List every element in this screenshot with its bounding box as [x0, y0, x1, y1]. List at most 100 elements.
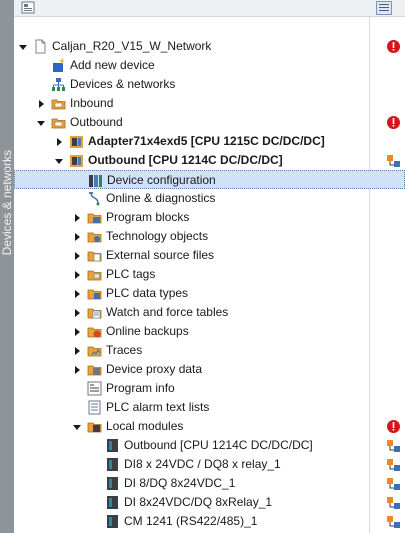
- expand-arrow-icon[interactable]: [72, 212, 82, 222]
- tree-item[interactable]: DI8 x 24VDC / DQ8 x relay_1: [14, 455, 405, 474]
- tree-item-label: Program blocks: [106, 210, 190, 224]
- tree-item-label: Outbound [CPU 1214C DC/DC/DC]: [88, 153, 283, 167]
- tree-item[interactable]: Watch and force tables: [14, 303, 405, 322]
- expand-arrow-icon[interactable]: [72, 231, 82, 241]
- tree-item-label: Outbound [CPU 1214C DC/DC/DC]: [124, 438, 313, 452]
- tree-item[interactable]: Adapter71x4exd5 [CPU 1215C DC/DC/DC]: [14, 132, 405, 151]
- tree-item-label: Local modules: [106, 419, 184, 433]
- compare-status-icon: [386, 457, 401, 472]
- expand-arrow-icon[interactable]: [72, 250, 82, 260]
- error-status-icon: [386, 115, 401, 130]
- collapse-arrow-icon[interactable]: [36, 117, 46, 127]
- tree-item[interactable]: Local modules: [14, 417, 405, 436]
- plc-icon: [69, 134, 84, 149]
- program-blocks-folder-icon: [87, 210, 102, 225]
- tree-item-label: CM 1241 (RS422/485)_1: [124, 514, 258, 528]
- tree-item[interactable]: Online backups: [14, 322, 405, 341]
- tree-item[interactable]: DI 8/DQ 8x24VDC_1: [14, 474, 405, 493]
- plc-tags-folder-icon: [87, 267, 102, 282]
- tree-item-label: PLC data types: [106, 286, 189, 300]
- program-info-icon: [87, 381, 102, 396]
- tree-item[interactable]: Program blocks: [14, 208, 405, 227]
- plc-icon: [69, 153, 84, 168]
- expand-arrow-icon[interactable]: [54, 136, 64, 146]
- tree-item[interactable]: CM 1241 (RS422/485)_1: [14, 512, 405, 531]
- tree-item[interactable]: Technology objects: [14, 227, 405, 246]
- tree-item-label: DI 8/DQ 8x24VDC_1: [124, 476, 236, 490]
- tree-item[interactable]: DI 8x24VDC/DQ 8xRelay_1: [14, 493, 405, 512]
- tree-item-label: Device proxy data: [106, 362, 203, 376]
- tree-item-label: DI 8x24VDC/DQ 8xRelay_1: [124, 495, 273, 509]
- error-status-icon: [386, 419, 401, 434]
- local-modules-folder-icon: [87, 419, 102, 434]
- tree-item-label: PLC tags: [106, 267, 156, 281]
- compare-status-icon: [386, 514, 401, 529]
- group-folder-icon: [51, 115, 66, 130]
- tree-item[interactable]: Outbound [CPU 1214C DC/DC/DC]: [14, 436, 405, 455]
- alarm-text-list-icon: [87, 400, 102, 415]
- tree-item-label: Program info: [106, 381, 175, 395]
- compare-status-icon: [386, 153, 401, 168]
- project-tree-side-tab[interactable]: Devices & networks: [0, 0, 14, 533]
- tree-item[interactable]: Outbound: [14, 113, 405, 132]
- module-icon: [105, 514, 120, 529]
- tree-item[interactable]: Inbound: [14, 94, 405, 113]
- compare-status-icon: [386, 438, 401, 453]
- traces-folder-icon: [87, 343, 102, 358]
- tree-item[interactable]: Devices & networks: [14, 75, 405, 94]
- tree-item-label: Watch and force tables: [106, 305, 229, 319]
- diagnostics-icon: [87, 191, 102, 206]
- tree-item-label: Online backups: [106, 324, 189, 338]
- side-tab-title: Devices & networks: [0, 150, 14, 256]
- project-tree-toolbar: [14, 0, 405, 17]
- tree-item[interactable]: Online & diagnostics: [14, 189, 405, 208]
- expand-arrow-icon[interactable]: [72, 269, 82, 279]
- error-status-icon: [386, 39, 401, 54]
- expand-arrow-icon[interactable]: [72, 326, 82, 336]
- tree-item[interactable]: Program info: [14, 379, 405, 398]
- expand-arrow-icon[interactable]: [72, 307, 82, 317]
- tree-item[interactable]: Device configuration: [14, 170, 405, 189]
- tree-item[interactable]: Device proxy data: [14, 360, 405, 379]
- module-icon: [105, 457, 120, 472]
- tree-item[interactable]: PLC tags: [14, 265, 405, 284]
- module-icon: [105, 476, 120, 491]
- tree-item[interactable]: PLC data types: [14, 284, 405, 303]
- external-source-folder-icon: [87, 248, 102, 263]
- watch-table-folder-icon: [87, 305, 102, 320]
- tree-item[interactable]: External source files: [14, 246, 405, 265]
- tree-item-label: DI8 x 24VDC / DQ8 x relay_1: [124, 457, 281, 471]
- plc-data-types-folder-icon: [87, 286, 102, 301]
- tree-item-label: Caljan_R20_V15_W_Network: [52, 39, 212, 53]
- tree-item-label: Device configuration: [107, 173, 216, 187]
- tree-item[interactable]: PLC alarm text lists: [14, 398, 405, 417]
- device-proxy-folder-icon: [87, 362, 102, 377]
- expand-arrow-icon[interactable]: [72, 364, 82, 374]
- collapse-arrow-icon[interactable]: [72, 421, 82, 431]
- tree-item-label: Adapter71x4exd5 [CPU 1215C DC/DC/DC]: [88, 134, 325, 148]
- online-backup-folder-icon: [87, 324, 102, 339]
- tree-item-label: PLC alarm text lists: [106, 400, 210, 414]
- expand-arrow-icon[interactable]: [72, 345, 82, 355]
- tree-item-label: Devices & networks: [70, 77, 176, 91]
- collapse-arrow-icon[interactable]: [54, 155, 64, 165]
- collapse-arrow-icon[interactable]: [18, 41, 28, 51]
- add-device-icon: [51, 58, 66, 73]
- tree-item-label: Online & diagnostics: [106, 191, 216, 205]
- tree-item-label: External source files: [106, 248, 215, 262]
- device-config-icon: [88, 173, 103, 188]
- tree-item-label: Traces: [106, 343, 143, 357]
- expand-arrow-icon[interactable]: [36, 98, 46, 108]
- expand-arrow-icon[interactable]: [72, 288, 82, 298]
- tree-item[interactable]: Outbound [CPU 1214C DC/DC/DC]: [14, 151, 405, 170]
- compare-status-icon: [386, 495, 401, 510]
- tree-item[interactable]: Add new device: [14, 56, 405, 75]
- details-view-button[interactable]: [376, 1, 392, 15]
- module-icon: [105, 495, 120, 510]
- compare-status-icon: [386, 476, 401, 491]
- tree-item[interactable]: Traces: [14, 341, 405, 360]
- group-folder-icon: [51, 96, 66, 111]
- tree-item[interactable]: Caljan_R20_V15_W_Network: [14, 37, 405, 56]
- technology-folder-icon: [87, 229, 102, 244]
- tree-toolbar-icon[interactable]: [20, 1, 36, 15]
